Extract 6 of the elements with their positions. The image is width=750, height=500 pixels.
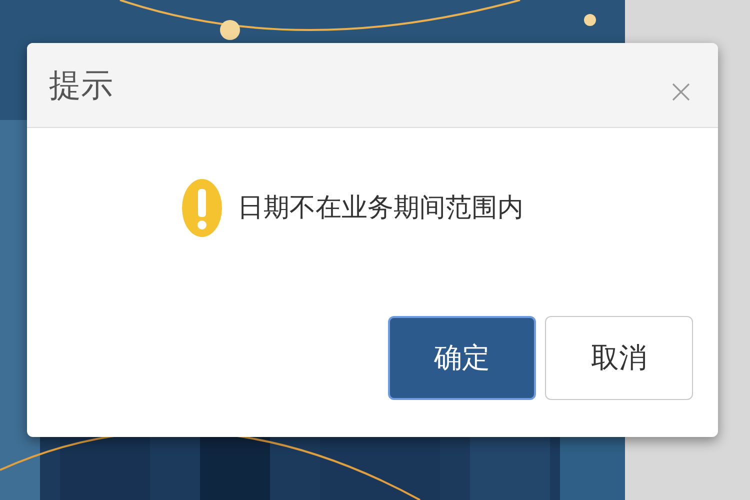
warning-icon <box>182 179 222 237</box>
confirm-button[interactable]: 确定 <box>388 316 536 400</box>
dialog-title: 提示 <box>49 65 113 106</box>
close-icon[interactable] <box>672 83 690 101</box>
cancel-button[interactable]: 取消 <box>545 316 693 400</box>
dialog-message: 日期不在业务期间范围内 <box>238 192 524 224</box>
